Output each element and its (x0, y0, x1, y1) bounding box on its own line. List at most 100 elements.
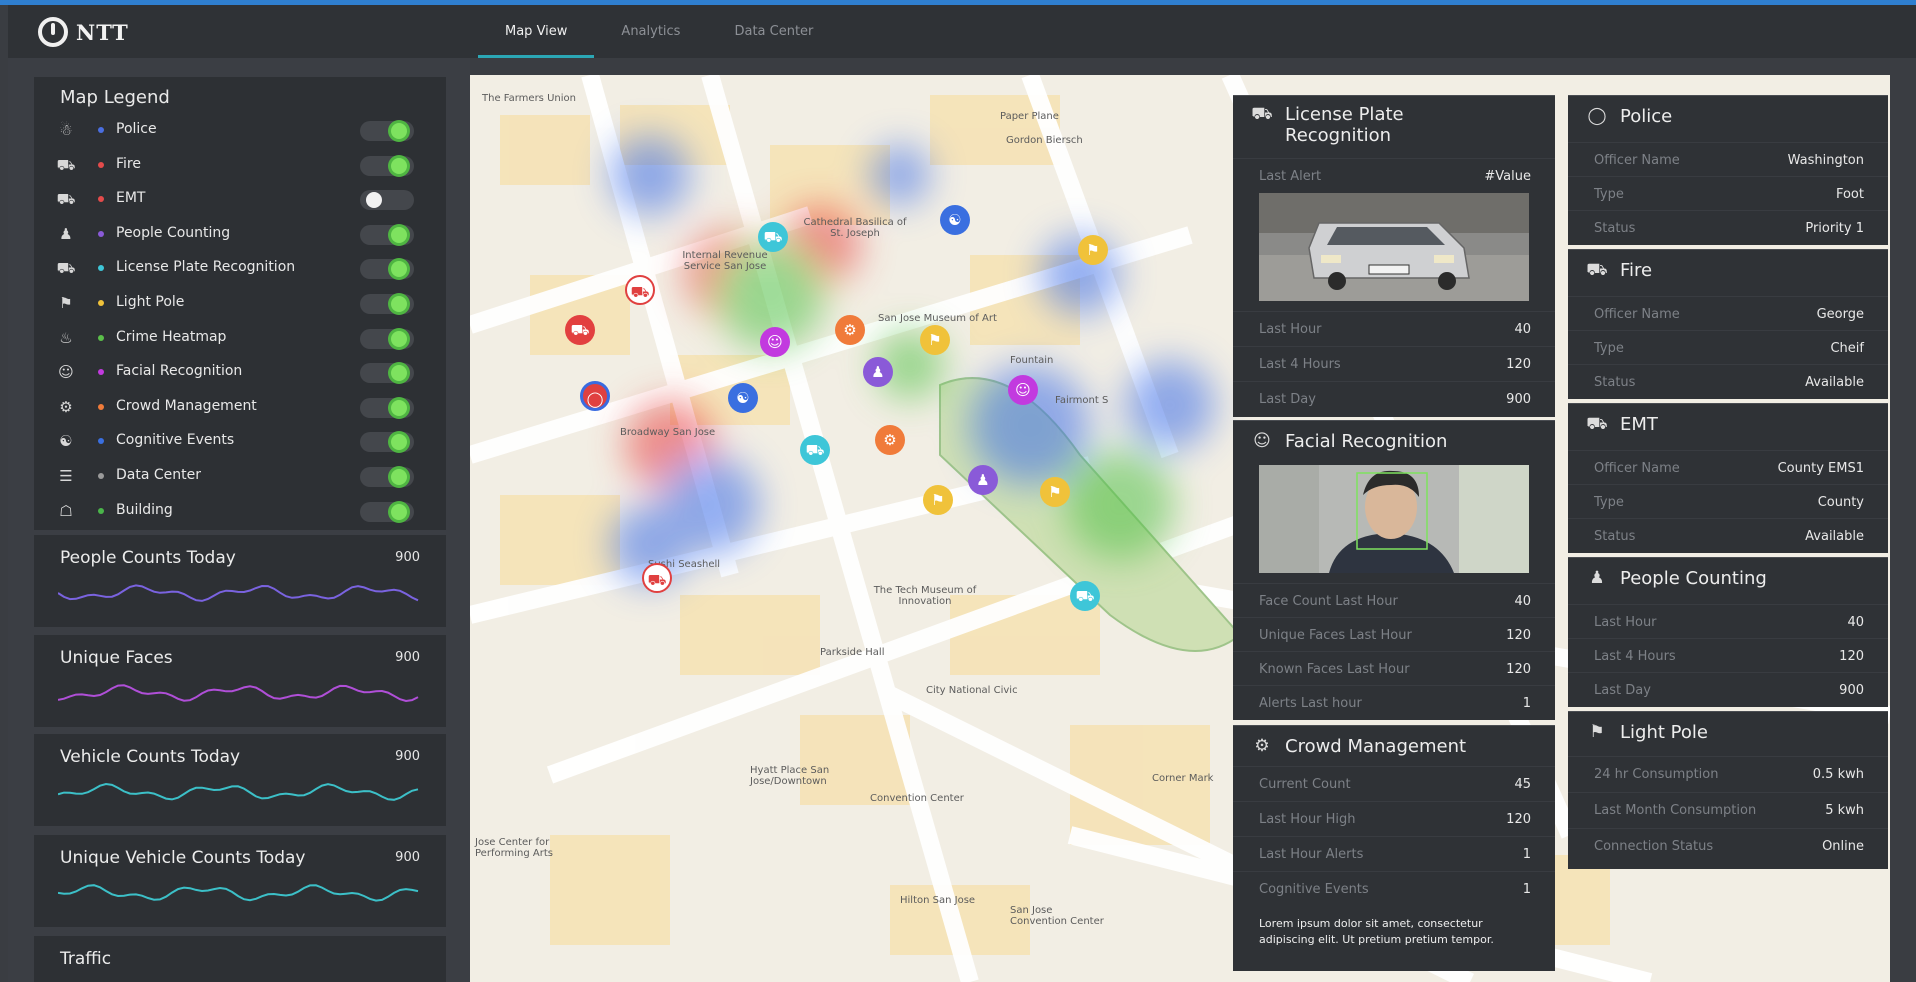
legend-toggle[interactable] (360, 363, 414, 384)
legend-toggle[interactable] (360, 155, 414, 176)
panel-row-status: Status Available (1568, 518, 1888, 552)
map-legend-panel: Map Legend ☃ Police ⛟ Fire ⛟ EMT ♟ People Count… (34, 77, 446, 530)
legend-toggle[interactable] (360, 397, 414, 418)
map-label: The Tech Museum of Innovation (873, 585, 977, 607)
legend-color-dot (98, 265, 104, 272)
legend-toggle[interactable] (360, 224, 414, 245)
stat-card-vehicle-counts-today[interactable]: Vehicle Counts Today 900 (34, 734, 446, 826)
panel-title: People Counting (1620, 568, 1767, 589)
facial-recognition-marker[interactable]: ☺ (760, 327, 790, 357)
panel-row-status: Status Available (1568, 364, 1888, 398)
face-scan-icon: ☺ (1253, 431, 1271, 451)
row-label: Type (1594, 495, 1624, 510)
panel-row-type: Type Foot (1568, 176, 1888, 210)
panel-title: Facial Recognition (1285, 431, 1448, 452)
row-value: Available (1805, 529, 1864, 544)
legend-color-dot (98, 507, 104, 514)
panel-title: Light Pole (1620, 722, 1708, 743)
car-icon: ⛟ (56, 259, 76, 278)
panel-row-last-month-consumption: Last Month Consumption 5 kwh (1568, 792, 1888, 826)
license-plate-marker[interactable]: ⛟ (800, 435, 830, 465)
row-value: 120 (1506, 357, 1531, 372)
light-pole-marker[interactable]: ⚑ (1040, 477, 1070, 507)
facial-recognition-marker[interactable]: ☺ (1008, 375, 1038, 405)
row-value: 0.5 kwh (1812, 767, 1864, 782)
stat-card-unique-faces[interactable]: Unique Faces 900 (34, 635, 446, 727)
license-plate-marker[interactable]: ⛟ (758, 222, 788, 252)
people-counting-panel: ♟ People Counting Last Hour 40 Last 4 Hour… (1568, 557, 1888, 707)
logo-text: NTT (76, 19, 129, 45)
stat-card-people-counts-today[interactable]: People Counts Today 900 (34, 535, 446, 627)
tab-map-view[interactable]: Map View (478, 5, 595, 58)
panel-row-type: Type Cheif (1568, 330, 1888, 364)
people-counting-marker[interactable]: ♟ (863, 357, 893, 387)
cognitive-event-marker[interactable]: ☯ (728, 383, 758, 413)
legend-item-facial-recognition: ☺ Facial Recognition (34, 355, 446, 389)
face-camera-image[interactable] (1259, 465, 1529, 573)
cognitive-event-marker[interactable]: ☯ (940, 205, 970, 235)
legend-item-label: Building (116, 501, 173, 518)
panel-title: Crowd Management (1285, 736, 1467, 757)
light-pole-marker[interactable]: ⚑ (920, 325, 950, 355)
row-label: Known Faces Last Hour (1259, 662, 1410, 677)
row-label: Last 4 Hours (1259, 357, 1341, 372)
row-label: Type (1594, 187, 1624, 202)
row-label: Status (1594, 221, 1636, 236)
ntt-logo[interactable]: NTT (38, 17, 129, 47)
legend-toggle[interactable] (360, 432, 414, 453)
crowd-marker[interactable]: ⚙ (835, 315, 865, 345)
legend-item-cognitive-events: ☯ Cognitive Events (34, 424, 446, 458)
legend-title: Map Legend (60, 87, 170, 108)
building-icon: ☖ (59, 501, 73, 520)
panel-row-alerts-last-hour: Alerts Last hour 1 (1233, 685, 1555, 719)
legend-color-dot (98, 300, 104, 306)
tab-analytics[interactable]: Analytics (594, 5, 707, 58)
legend-toggle[interactable] (360, 294, 414, 314)
map-label: Corner Mark (1152, 773, 1214, 784)
map-label: City National Civic (926, 685, 1018, 696)
license-plate-camera-image[interactable] (1259, 193, 1529, 301)
stat-value: 900 (395, 650, 420, 665)
ambulance-marker[interactable]: ⛟ (625, 275, 655, 305)
row-value: 45 (1514, 777, 1531, 792)
panel-row-officer-name: Officer Name Washington (1568, 142, 1888, 176)
sparkline (58, 684, 419, 703)
stat-card-traffic[interactable]: Traffic (34, 936, 446, 982)
row-value: Foot (1835, 187, 1864, 202)
row-value: Available (1805, 375, 1864, 390)
light-pole-marker[interactable]: ⚑ (1078, 235, 1108, 265)
legend-toggle[interactable] (360, 467, 414, 487)
legend-toggle[interactable] (360, 328, 414, 349)
city-map[interactable]: The Farmers Union Paper Plane Gordon Bie… (470, 75, 1890, 982)
crowd-marker[interactable]: ⚙ (875, 425, 905, 455)
legend-item-data-center: ☰ Data Center (34, 459, 446, 493)
people-counting-marker[interactable]: ♟ (968, 465, 998, 495)
legend-toggle[interactable] (360, 190, 414, 211)
row-label: Connection Status (1594, 839, 1714, 854)
legend-color-dot (98, 196, 104, 203)
police-marker[interactable]: ◯ (580, 381, 610, 411)
fire-truck-marker[interactable]: ⛟ (565, 315, 595, 345)
row-value: 40 (1847, 615, 1864, 630)
row-value: 5 kwh (1825, 803, 1864, 818)
row-value: Priority 1 (1805, 221, 1864, 236)
legend-item-police: ☃ Police (34, 113, 446, 147)
row-value: 1 (1522, 847, 1531, 862)
panel-row-last-hour: Last Hour 40 (1233, 311, 1555, 345)
fire-truck-icon: ⛟ (56, 155, 76, 174)
panel-row-known-faces-last-hour: Known Faces Last Hour 120 (1233, 651, 1555, 685)
stat-card-unique-vehicle-counts-today[interactable]: Unique Vehicle Counts Today 900 (34, 835, 446, 927)
row-value: 900 (1506, 392, 1531, 407)
legend-toggle[interactable] (360, 259, 414, 280)
police-icon: ☃ (59, 121, 73, 139)
panel-title-line2: Recognition (1285, 125, 1391, 146)
people-icon: ♟ (59, 224, 73, 243)
map-label: The Farmers Union (482, 93, 576, 104)
row-label: Last Hour (1594, 615, 1657, 630)
light-pole-marker[interactable]: ⚑ (923, 485, 953, 515)
license-plate-marker[interactable]: ⛟ (1070, 581, 1100, 611)
legend-toggle[interactable] (360, 121, 414, 141)
legend-toggle[interactable] (360, 501, 414, 522)
ambulance-marker[interactable]: ⛟ (642, 563, 672, 593)
tab-data-center[interactable]: Data Center (707, 5, 840, 58)
